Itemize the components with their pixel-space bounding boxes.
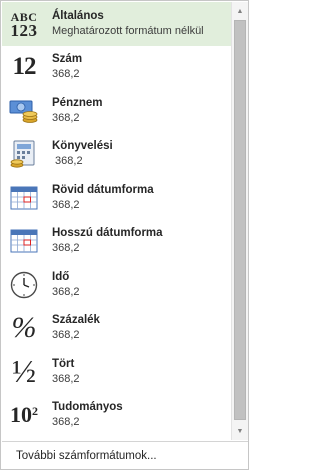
format-item-sample: 368,2 <box>52 155 83 168</box>
format-item-name: Könyvelési <box>52 140 113 153</box>
scientific-icon: 10 2 <box>2 394 46 438</box>
format-item-time[interactable]: Idő 368,2 <box>2 263 231 307</box>
fraction-icon: ½ <box>2 350 46 394</box>
abc-123-icon: ABC 123 <box>2 2 46 46</box>
scientific-icon-base: 10 <box>10 402 32 428</box>
long-date-calendar-icon <box>2 220 46 264</box>
format-item-sample: 368,2 <box>52 111 80 124</box>
format-item-sample: 368,2 <box>52 416 80 429</box>
percent-icon-text: % <box>11 311 37 345</box>
format-item-name: Általános <box>52 9 104 22</box>
format-item-name: Százalék <box>52 314 100 327</box>
more-number-formats-link[interactable]: További számformátumok... <box>2 441 248 469</box>
more-number-formats-label: További számformátumok... <box>16 449 157 462</box>
fraction-icon-text: ½ <box>12 353 36 390</box>
format-item-name: Hosszú dátumforma <box>52 227 163 240</box>
format-item-accounting[interactable]: Könyvelési 368,2 <box>2 133 231 177</box>
format-item-name: Pénznem <box>52 96 103 109</box>
scrollbar-thumb[interactable] <box>234 20 246 420</box>
format-item-name: Tudományos <box>52 401 123 414</box>
number-12-icon: 12 <box>2 46 46 90</box>
format-item-general[interactable]: ABC 123 Általános Meghatározott formátum… <box>2 2 231 46</box>
scroll-up-arrow-icon[interactable]: ▲ <box>232 4 248 18</box>
format-item-sample: 368,2 <box>52 329 80 342</box>
format-item-long-date[interactable]: Hosszú dátumforma 368,2 <box>2 220 231 264</box>
format-item-scientific[interactable]: 10 2 Tudományos 368,2 <box>2 394 231 438</box>
currency-icon <box>2 89 46 133</box>
format-item-number[interactable]: 12 Szám 368,2 <box>2 46 231 90</box>
format-item-short-date[interactable]: Rövid dátumforma 368,2 <box>2 176 231 220</box>
format-item-percent[interactable]: % Százalék 368,2 <box>2 307 231 351</box>
format-item-sample: 368,2 <box>52 285 80 298</box>
format-item-sample: 368,2 <box>52 242 80 255</box>
scroll-down-arrow-icon[interactable]: ▼ <box>232 424 248 438</box>
vertical-scrollbar[interactable]: ▲ ▼ <box>231 2 248 440</box>
short-date-calendar-icon <box>2 176 46 220</box>
format-item-name: Idő <box>52 270 70 283</box>
num-icon-text: 123 <box>10 20 38 40</box>
scientific-icon-exponent: 2 <box>32 403 38 418</box>
format-item-name: Tört <box>52 357 75 370</box>
format-item-sample: 368,2 <box>52 198 80 211</box>
number-format-list: ABC 123 Általános Meghatározott formátum… <box>2 2 231 440</box>
format-item-sample: 368,2 <box>52 372 80 385</box>
format-item-currency[interactable]: Pénznem 368,2 <box>2 89 231 133</box>
accounting-icon <box>2 133 46 177</box>
format-item-sample: Meghatározott formátum nélkül <box>52 24 204 37</box>
format-item-name: Szám <box>52 53 83 66</box>
format-item-fraction[interactable]: ½ Tört 368,2 <box>2 350 231 394</box>
number-format-dropdown: ABC 123 Általános Meghatározott formátum… <box>0 0 249 470</box>
format-item-name: Rövid dátumforma <box>52 183 154 196</box>
percent-icon: % <box>2 307 46 351</box>
format-item-sample: 368,2 <box>52 68 80 81</box>
number-icon-text: 12 <box>12 53 37 81</box>
clock-icon <box>2 263 46 307</box>
